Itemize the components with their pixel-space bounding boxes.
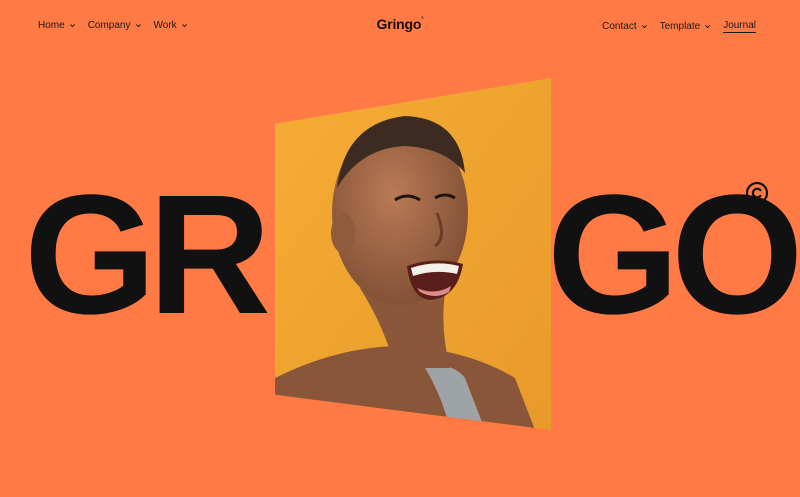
portrait-image (275, 78, 551, 430)
nav-journal-label: Journal (723, 20, 756, 31)
nav-contact[interactable]: Contact (602, 21, 647, 32)
logo-text: Gringo (376, 16, 422, 32)
logo-mark: ° (421, 17, 424, 24)
hero-text-left: GR (24, 160, 271, 350)
nav-template-label: Template (659, 21, 701, 32)
chevron-down-icon (641, 25, 647, 29)
copyright-icon (745, 181, 769, 205)
nav-contact-label: Contact (602, 21, 637, 32)
chevron-down-icon (705, 25, 711, 29)
nav-journal[interactable]: Journal (723, 20, 756, 33)
nav-template[interactable]: Template (660, 21, 712, 32)
primary-nav-right: Contact Template Journal (602, 20, 756, 33)
hero-photo (275, 78, 551, 430)
top-navigation: Home Company Work Gringo° Contact Templa… (0, 0, 800, 52)
